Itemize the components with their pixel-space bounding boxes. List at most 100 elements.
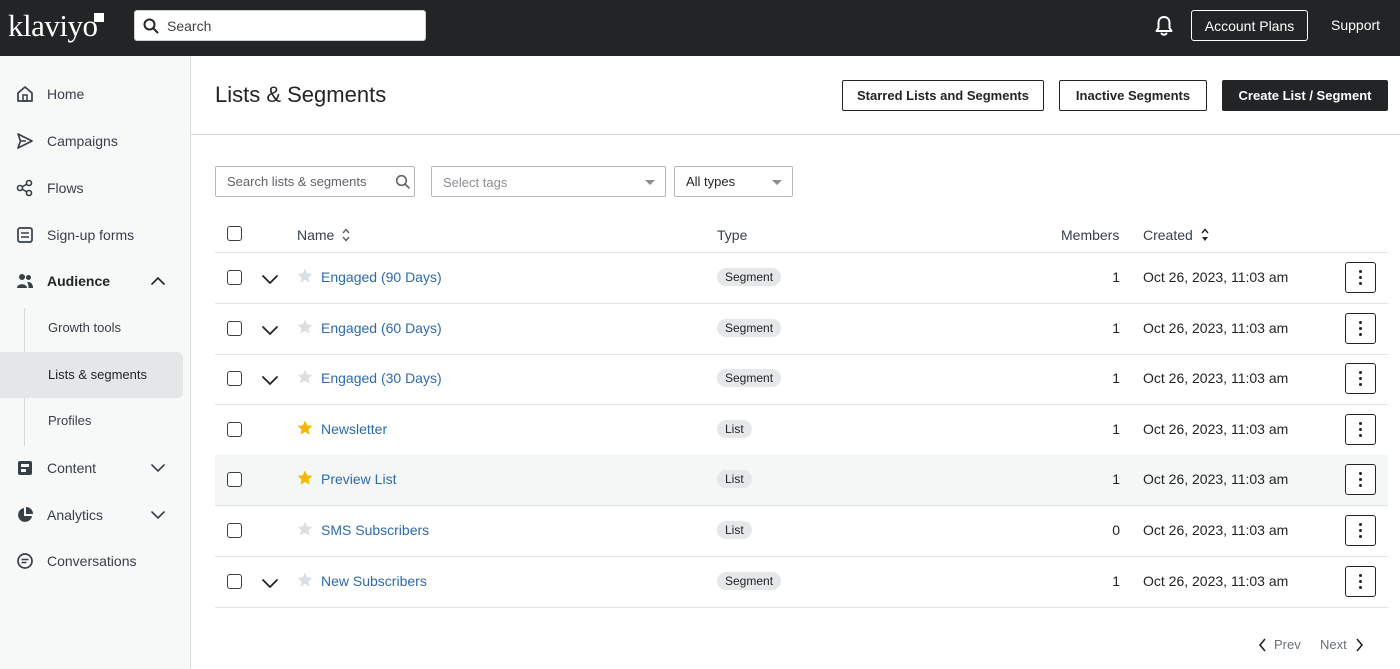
row-name-link[interactable]: Engaged (60 Days) xyxy=(321,320,442,336)
star-outline-icon[interactable] xyxy=(296,571,314,589)
lists-search-field[interactable] xyxy=(215,166,415,197)
type-select[interactable]: All types xyxy=(674,166,793,197)
type-badge: List xyxy=(717,420,752,438)
kebab-dot-icon xyxy=(1359,535,1362,538)
top-bar: klaviyo Account Plans Support xyxy=(0,0,1400,56)
row-checkbox[interactable] xyxy=(227,422,242,437)
chevron-up-icon[interactable] xyxy=(151,275,165,287)
row-name-link[interactable]: Engaged (90 Days) xyxy=(321,269,442,285)
row-actions-menu-button[interactable] xyxy=(1345,464,1376,495)
star-outline-icon[interactable] xyxy=(296,520,314,538)
select-all-checkbox[interactable] xyxy=(227,226,242,241)
sort-icon[interactable] xyxy=(341,227,351,243)
table-row[interactable]: Engaged (60 Days) Segment 1 Oct 26, 2023, 1… xyxy=(215,304,1388,354)
chevron-down-icon[interactable] xyxy=(151,509,165,521)
table-row[interactable]: New Subscribers Segment 1 Oct 26, 2023, 11:… xyxy=(215,557,1388,607)
row-name-link[interactable]: Newsletter xyxy=(321,421,387,437)
expand-chevron-icon[interactable] xyxy=(261,577,279,589)
sidebar-item-label: Analytics xyxy=(47,507,104,523)
row-checkbox[interactable] xyxy=(227,472,242,487)
type-badge: List xyxy=(717,470,752,488)
row-checkbox[interactable] xyxy=(227,371,242,386)
row-name-link[interactable]: Preview List xyxy=(321,471,396,487)
row-name-link[interactable]: SMS Subscribers xyxy=(321,522,429,538)
kebab-dot-icon xyxy=(1359,434,1362,437)
chevron-right-icon xyxy=(1356,638,1364,652)
sidebar-subitem-lists-segments[interactable]: Lists & segments xyxy=(0,352,183,398)
members-count: 0 xyxy=(1112,522,1120,538)
sidebar-item-campaigns[interactable]: Campaigns xyxy=(0,129,191,153)
kebab-dot-icon xyxy=(1359,377,1362,380)
row-actions-menu-button[interactable] xyxy=(1345,262,1376,293)
lists-search-input[interactable] xyxy=(227,167,387,196)
star-outline-icon[interactable] xyxy=(296,318,314,336)
page-title: Lists & Segments xyxy=(215,82,387,107)
pagination-next-label: Next xyxy=(1320,637,1347,652)
created-date: Oct 26, 2023, 11:03 am xyxy=(1143,522,1289,538)
notifications-bell-icon[interactable] xyxy=(1154,15,1174,37)
column-header-members: Members xyxy=(1061,227,1120,243)
members-count: 1 xyxy=(1112,370,1120,386)
sidebar-item-audience[interactable]: Audience xyxy=(0,269,191,293)
type-badge: Segment xyxy=(717,572,782,590)
sidebar-item-content[interactable]: Content xyxy=(0,456,191,480)
star-filled-icon[interactable] xyxy=(296,419,314,437)
row-actions-menu-button[interactable] xyxy=(1345,566,1376,597)
create-list-segment-button[interactable]: Create List / Segment xyxy=(1222,80,1388,111)
table-row[interactable]: Preview List List 1 Oct 26, 2023, 11:03 am xyxy=(215,455,1388,505)
sidebar-subitem-profiles[interactable]: Profiles xyxy=(0,398,191,444)
klaviyo-logo[interactable]: klaviyo xyxy=(8,8,98,44)
kebab-dot-icon xyxy=(1359,428,1362,431)
row-actions-menu-button[interactable] xyxy=(1345,515,1376,546)
star-outline-icon[interactable] xyxy=(296,267,314,285)
row-name-link[interactable]: Engaged (30 Days) xyxy=(321,370,442,386)
created-date: Oct 26, 2023, 11:03 am xyxy=(1143,421,1289,437)
inactive-segments-button[interactable]: Inactive Segments xyxy=(1059,80,1207,111)
chevron-down-icon[interactable] xyxy=(151,462,165,474)
global-search[interactable] xyxy=(134,10,426,41)
row-name-link[interactable]: New Subscribers xyxy=(321,573,427,589)
sidebar-item-home[interactable]: Home xyxy=(0,82,191,106)
row-checkbox[interactable] xyxy=(227,574,242,589)
tags-select[interactable]: Select tags xyxy=(431,166,666,197)
support-link[interactable]: Support xyxy=(1331,17,1380,33)
account-plans-button[interactable]: Account Plans xyxy=(1191,10,1308,41)
sidebar-subitem-growth-tools[interactable]: Growth tools xyxy=(0,305,191,351)
kebab-dot-icon xyxy=(1359,371,1362,374)
kebab-dot-icon xyxy=(1359,586,1362,589)
star-filled-icon[interactable] xyxy=(296,469,314,487)
table-row[interactable]: Engaged (30 Days) Segment 1 Oct 26, 2023, 1… xyxy=(215,354,1388,404)
table-row[interactable]: Engaged (90 Days) Segment 1 Oct 26, 2023, 1… xyxy=(215,253,1388,303)
expand-chevron-icon[interactable] xyxy=(261,324,279,336)
row-checkbox[interactable] xyxy=(227,270,242,285)
row-checkbox[interactable] xyxy=(227,523,242,538)
sidebar-item-label: Flows xyxy=(47,180,84,196)
starred-lists-button[interactable]: Starred Lists and Segments xyxy=(842,80,1044,111)
audience-icon xyxy=(17,274,33,288)
sidebar-item-label: Home xyxy=(47,86,85,102)
table-row[interactable]: Newsletter List 1 Oct 26, 2023, 11:03 am xyxy=(215,405,1388,455)
row-actions-menu-button[interactable] xyxy=(1345,414,1376,445)
sidebar: Home Campaigns Flows Sign-up forms Audie… xyxy=(0,56,191,669)
global-search-input[interactable] xyxy=(167,11,417,40)
sidebar-item-signup-forms[interactable]: Sign-up forms xyxy=(0,223,191,247)
expand-chevron-icon[interactable] xyxy=(261,374,279,386)
star-outline-icon[interactable] xyxy=(296,368,314,386)
sidebar-item-label: Content xyxy=(47,460,97,476)
row-checkbox[interactable] xyxy=(227,321,242,336)
sidebar-item-flows[interactable]: Flows xyxy=(0,176,191,200)
sort-desc-icon[interactable] xyxy=(1200,227,1210,243)
expand-chevron-icon[interactable] xyxy=(261,273,279,285)
sidebar-item-label: Audience xyxy=(47,273,111,289)
column-header-name[interactable]: Name xyxy=(297,227,334,243)
sidebar-item-label: Campaigns xyxy=(47,133,118,149)
created-date: Oct 26, 2023, 11:03 am xyxy=(1143,471,1289,487)
kebab-dot-icon xyxy=(1359,484,1362,487)
row-actions-menu-button[interactable] xyxy=(1345,363,1376,394)
sidebar-item-conversations[interactable]: Conversations xyxy=(0,549,191,573)
table-row[interactable]: SMS Subscribers List 0 Oct 26, 2023, 11:03 … xyxy=(215,506,1388,556)
row-actions-menu-button[interactable] xyxy=(1345,313,1376,344)
column-header-created[interactable]: Created xyxy=(1143,227,1193,243)
members-count: 1 xyxy=(1112,573,1120,589)
sidebar-item-analytics[interactable]: Analytics xyxy=(0,503,191,527)
